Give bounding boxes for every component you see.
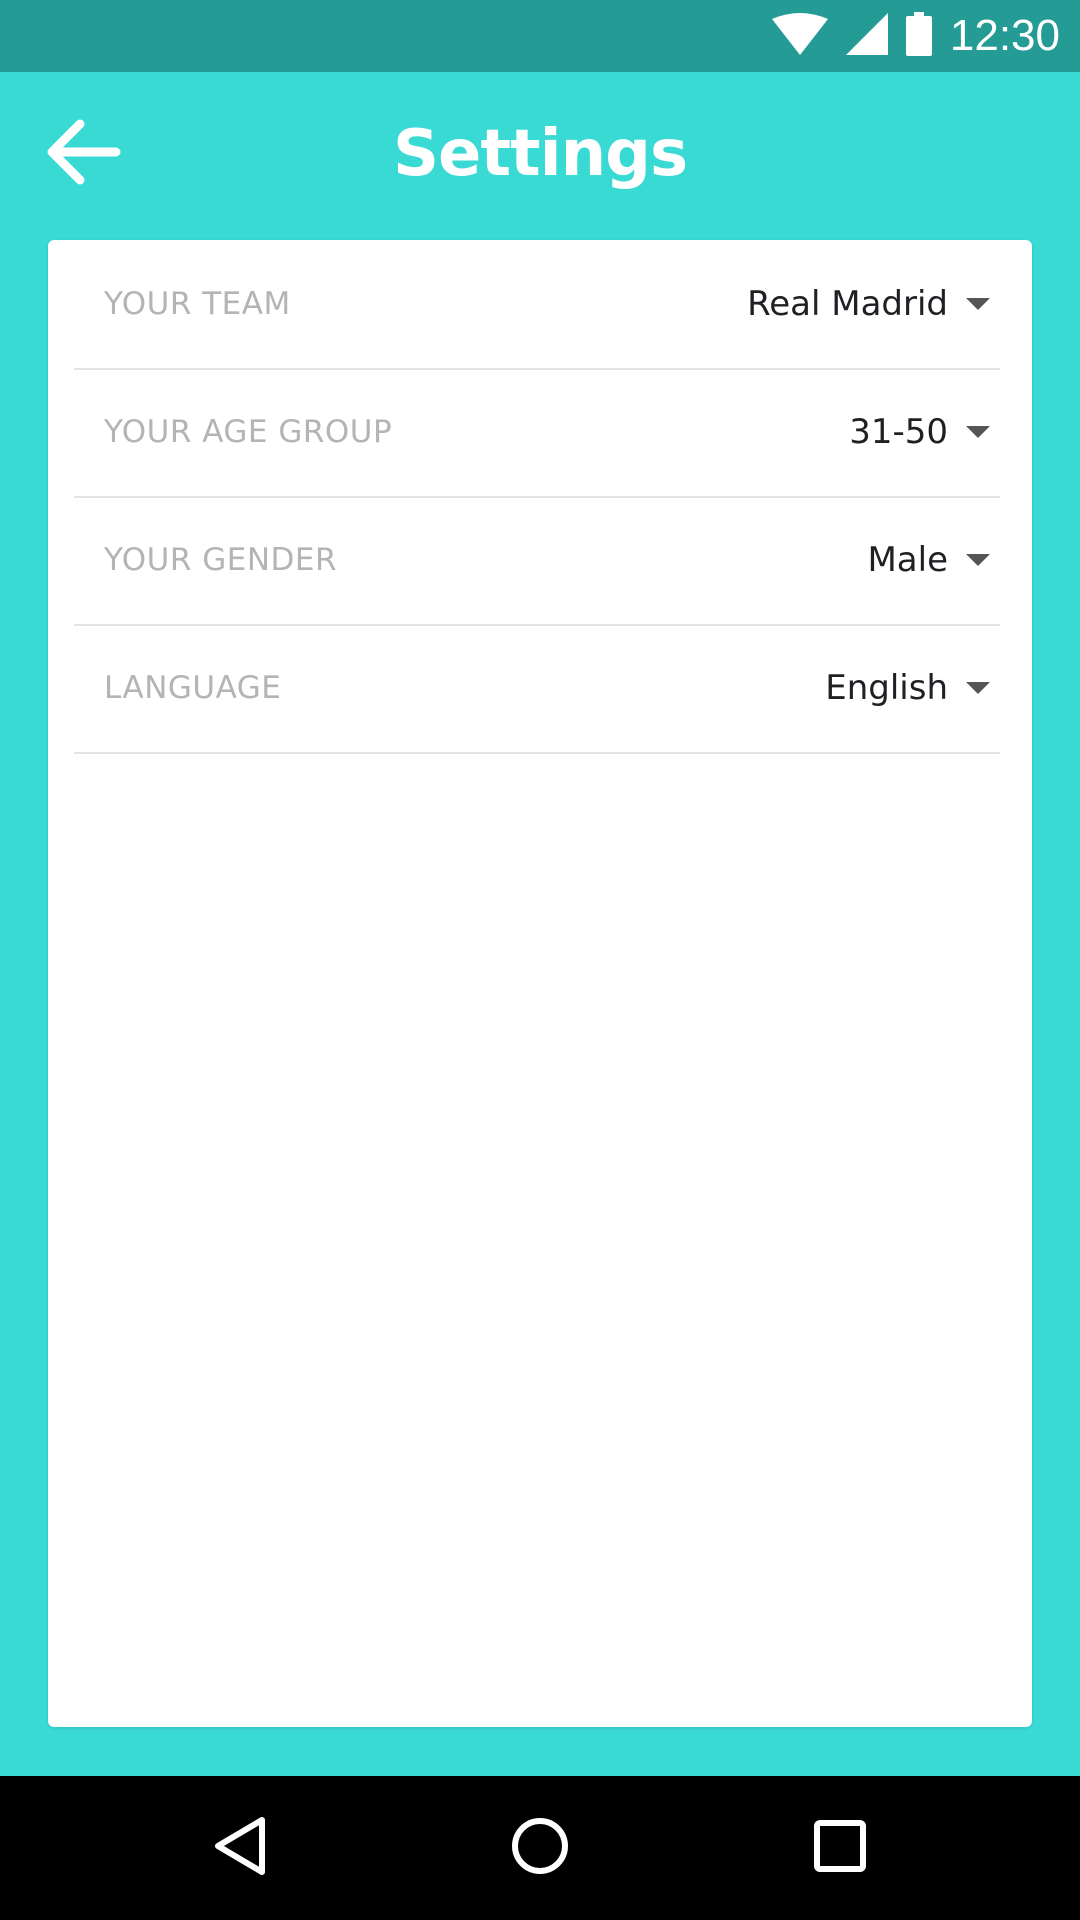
status-time: 12:30 bbox=[949, 11, 1060, 60]
dropdown-arrow-icon bbox=[966, 426, 990, 438]
back-triangle-icon bbox=[212, 1816, 268, 1881]
home-circle-icon bbox=[510, 1816, 570, 1881]
setting-row-language[interactable]: LANGUAGE English bbox=[74, 624, 1000, 754]
setting-value: Male bbox=[867, 540, 948, 580]
nav-home-button[interactable] bbox=[468, 1776, 612, 1920]
battery-icon bbox=[905, 11, 932, 61]
setting-label: LANGUAGE bbox=[104, 670, 282, 706]
recents-square-icon bbox=[813, 1819, 867, 1878]
age-group-dropdown[interactable]: 31-50 bbox=[849, 368, 990, 496]
nav-back-button[interactable] bbox=[168, 1776, 312, 1920]
dropdown-arrow-icon bbox=[966, 682, 990, 694]
page-title: Settings bbox=[392, 117, 688, 191]
system-nav-bar bbox=[0, 1776, 1080, 1920]
dropdown-arrow-icon bbox=[966, 298, 990, 310]
setting-label: YOUR GENDER bbox=[104, 542, 338, 578]
setting-row-age-group[interactable]: YOUR AGE GROUP 31-50 bbox=[74, 368, 1000, 498]
setting-label: YOUR TEAM bbox=[104, 286, 291, 322]
setting-value: Real Madrid bbox=[747, 284, 948, 324]
language-dropdown[interactable]: English bbox=[825, 624, 990, 752]
status-icons: 12:30 bbox=[771, 0, 1060, 72]
settings-screen: 12:30 Settings YOUR TEAM Real Madrid YOU… bbox=[0, 0, 1080, 1920]
app-bar: Settings bbox=[0, 72, 1080, 240]
setting-value: English bbox=[825, 668, 948, 708]
status-bar: 12:30 bbox=[0, 0, 1080, 72]
settings-card: YOUR TEAM Real Madrid YOUR AGE GROUP 31-… bbox=[48, 240, 1032, 1727]
gender-dropdown[interactable]: Male bbox=[867, 496, 990, 624]
setting-row-team[interactable]: YOUR TEAM Real Madrid bbox=[74, 240, 1000, 370]
setting-label: YOUR AGE GROUP bbox=[104, 414, 393, 450]
dropdown-arrow-icon bbox=[966, 554, 990, 566]
wifi-icon bbox=[771, 12, 828, 60]
nav-recents-button[interactable] bbox=[768, 1776, 912, 1920]
setting-value: 31-50 bbox=[849, 412, 948, 452]
setting-row-gender[interactable]: YOUR GENDER Male bbox=[74, 496, 1000, 626]
team-dropdown[interactable]: Real Madrid bbox=[747, 240, 990, 368]
cell-signal-icon bbox=[845, 12, 888, 60]
